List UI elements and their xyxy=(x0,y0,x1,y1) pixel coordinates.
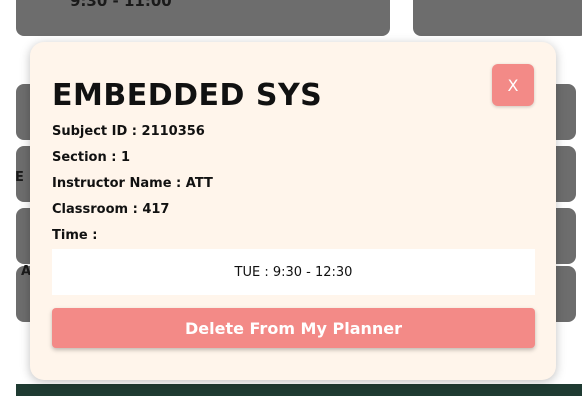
close-button[interactable]: X xyxy=(492,64,534,106)
modal-title: EMBEDDED SYS xyxy=(52,78,323,113)
instructor-name-text: Instructor Name : ATT xyxy=(52,176,213,191)
time-slot-text: TUE : 9:30 - 12:30 xyxy=(234,264,353,280)
background-time-text: 9:30 - 11:00 xyxy=(70,0,172,10)
background-row-label: E xyxy=(15,170,24,185)
time-slot-box: TUE : 9:30 - 12:30 xyxy=(52,249,535,295)
close-icon: X xyxy=(507,75,519,95)
section-text: Section : 1 xyxy=(52,150,131,165)
background-schedule-card xyxy=(413,0,582,36)
subject-id-text: Subject ID : 2110356 xyxy=(52,124,205,139)
classroom-text: Classroom : 417 xyxy=(52,202,170,217)
delete-from-planner-button[interactable]: Delete From My Planner xyxy=(52,308,535,348)
app-screen: 9:30 - 11:00 E A EMBEDDED SYS X Subject … xyxy=(0,0,582,396)
background-footer xyxy=(16,384,582,396)
time-label: Time : xyxy=(52,228,98,243)
subject-detail-modal: EMBEDDED SYS X Subject ID : 2110356 Sect… xyxy=(30,42,556,380)
background-schedule-card: 9:30 - 11:00 xyxy=(16,0,390,36)
